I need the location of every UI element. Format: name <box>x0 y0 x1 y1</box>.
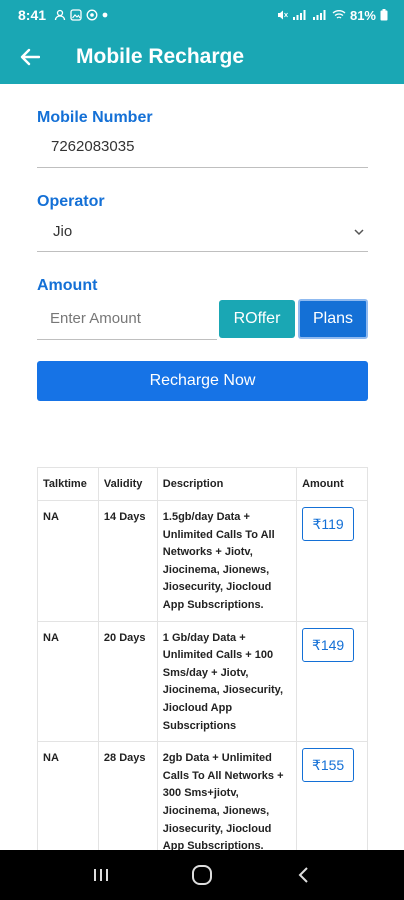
recents-icon <box>93 869 108 881</box>
operator-label: Operator <box>37 193 105 210</box>
mobile-number-label: Mobile Number <box>37 109 153 126</box>
header-description: Description <box>156 467 298 501</box>
status-bar: 8:41 81% <box>0 0 404 30</box>
description-cell: 1.5gb/day Data + Unlimited Calls To All … <box>156 500 298 622</box>
app-icon <box>86 9 98 21</box>
table-row: NA 28 Days 2gb Data + Unlimited Calls To… <box>37 741 368 863</box>
nav-back-icon <box>298 867 309 883</box>
amount-cell: ₹119 <box>296 500 368 622</box>
user-icon <box>54 9 66 21</box>
signal-icon-1 <box>292 10 306 20</box>
signal-icon-2 <box>312 10 326 20</box>
roffer-button[interactable]: ROffer <box>219 300 295 338</box>
status-time: 8:41 <box>18 7 47 23</box>
table-row: NA 20 Days 1 Gb/day Data + Unlimited Cal… <box>37 620 368 743</box>
amount-input[interactable] <box>37 298 217 340</box>
talktime-cell: NA <box>37 620 99 743</box>
validity-cell: 14 Days <box>97 500 158 622</box>
plan-amount-button[interactable]: ₹119 <box>302 507 355 541</box>
header-validity: Validity <box>97 467 158 501</box>
description-cell: 2gb Data + Unlimited Calls To All Networ… <box>156 741 298 863</box>
nav-home-button[interactable] <box>172 855 232 895</box>
amount-cell: ₹149 <box>296 620 368 743</box>
dot-icon <box>102 12 108 18</box>
back-button[interactable] <box>0 30 60 84</box>
table-row: NA 14 Days 1.5gb/day Data + Unlimited Ca… <box>37 500 368 622</box>
validity-cell: 20 Days <box>97 620 158 743</box>
talktime-cell: NA <box>37 741 99 863</box>
plans-table: Talktime Validity Description Amount NA … <box>37 467 368 863</box>
page-title: Mobile Recharge <box>76 45 245 68</box>
header-amount: Amount <box>296 467 368 501</box>
system-nav-bar <box>0 850 404 900</box>
top-bar: 8:41 81% Mobile Recharge <box>0 0 404 84</box>
plans-button[interactable]: Plans <box>298 299 368 339</box>
chevron-down-icon <box>354 214 364 250</box>
battery-percentage: 81% <box>349 7 376 23</box>
wifi-icon <box>332 10 346 19</box>
operator-value: Jio <box>53 223 73 240</box>
battery-icon <box>380 9 388 21</box>
mute-icon <box>277 10 288 20</box>
gallery-icon <box>70 9 82 21</box>
talktime-cell: NA <box>37 500 99 622</box>
mobile-number-field[interactable]: 7262083035 <box>37 130 368 168</box>
plan-amount-button[interactable]: ₹149 <box>302 627 355 662</box>
nav-back-button[interactable] <box>273 855 333 895</box>
amount-label: Amount <box>37 277 98 294</box>
recharge-now-button[interactable]: Recharge Now <box>37 361 368 401</box>
amount-row: ROffer Plans <box>37 298 368 340</box>
plan-amount-button[interactable]: ₹155 <box>302 748 355 783</box>
validity-cell: 28 Days <box>97 741 158 863</box>
notification-icons <box>54 9 108 21</box>
recharge-form: Mobile Number 7262083035 Operator Jio Am… <box>37 106 368 340</box>
table-header-row: Talktime Validity Description Amount <box>37 467 368 501</box>
header-talktime: Talktime <box>37 467 99 501</box>
home-icon <box>191 865 212 885</box>
nav-recents-button[interactable] <box>71 855 131 895</box>
operator-select[interactable]: Jio <box>37 214 368 252</box>
description-cell: 1 Gb/day Data + Unlimited Calls + 100 Sm… <box>156 620 298 743</box>
app-bar: Mobile Recharge <box>0 30 404 84</box>
amount-cell: ₹155 <box>296 741 368 863</box>
arrow-left-icon <box>20 48 40 66</box>
system-icons: 81% <box>276 8 388 23</box>
